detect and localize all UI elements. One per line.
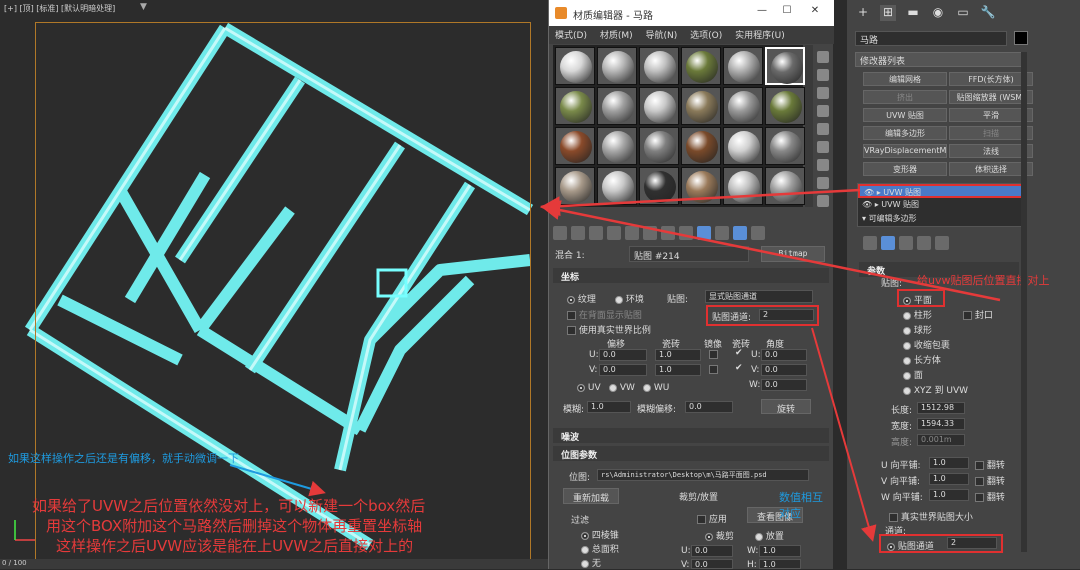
arrow-to-viewport [540,188,861,217]
annotation-arrows [229,188,1001,542]
arrow-planar-to-viewport [540,200,1001,302]
blue-arrow [229,464,326,497]
arrow-channel-link [811,327,877,542]
